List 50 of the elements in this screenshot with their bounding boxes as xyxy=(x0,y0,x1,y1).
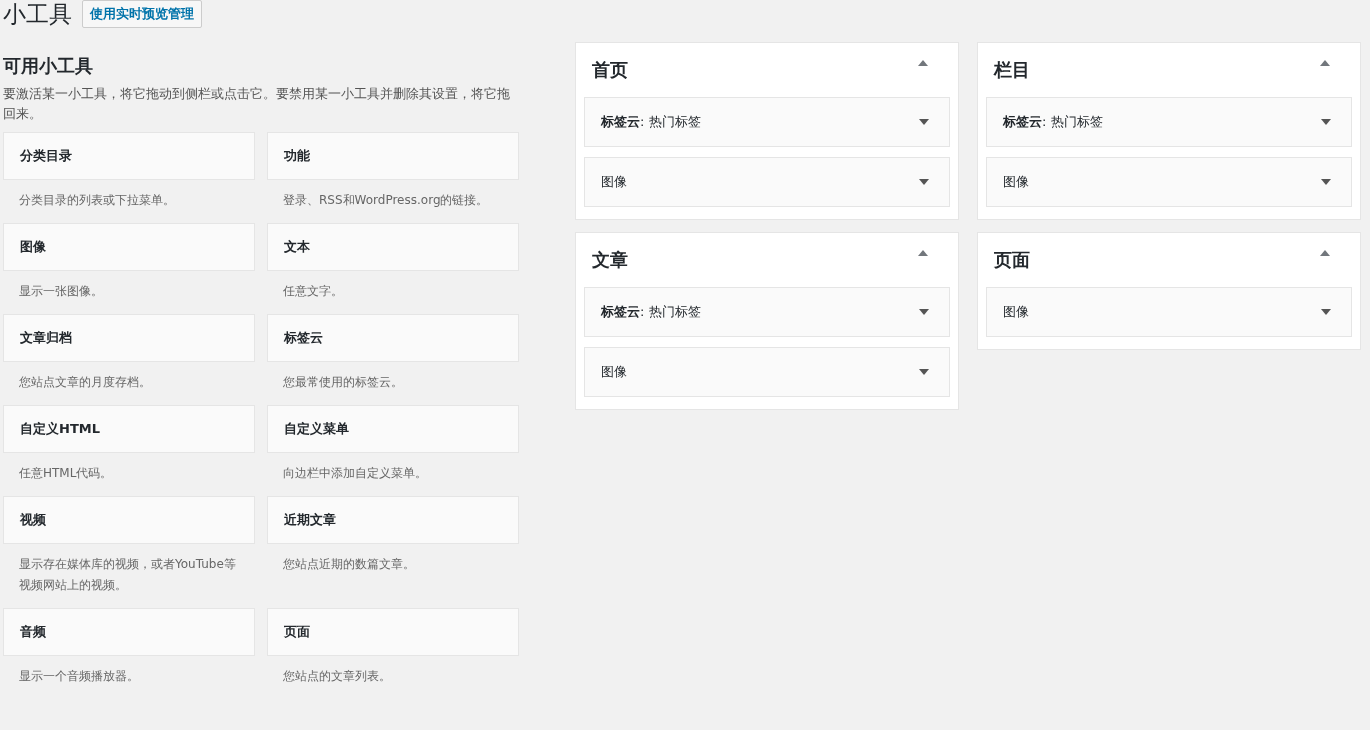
page-title: 小工具 xyxy=(3,0,72,29)
sidebar-widget[interactable]: 标签云: 热门标签 xyxy=(584,97,950,147)
widget-description: 任意文字。 xyxy=(282,283,344,300)
live-preview-button[interactable]: 使用实时预览管理 xyxy=(82,0,202,28)
sidebar-widget[interactable]: 标签云: 热门标签 xyxy=(584,287,950,337)
collapse-icon[interactable] xyxy=(918,250,928,256)
collapse-icon[interactable] xyxy=(918,60,928,66)
expand-icon[interactable] xyxy=(1321,119,1331,125)
widget-item[interactable]: 标签云 xyxy=(267,314,519,362)
widget-description: 您站点的文章列表。 xyxy=(282,668,392,685)
widget-item[interactable]: 功能 xyxy=(267,132,519,180)
widget-item[interactable]: 页面 xyxy=(267,608,519,656)
widget-item[interactable]: 自定义HTML xyxy=(3,405,255,453)
widget-description: 登录、RSS和WordPress.org的链接。 xyxy=(282,192,490,209)
widget-description: 您站点近期的数篇文章。 xyxy=(282,556,416,573)
widget-item[interactable]: 分类目录 xyxy=(3,132,255,180)
expand-icon[interactable] xyxy=(1321,309,1331,315)
collapse-icon[interactable] xyxy=(1320,60,1330,66)
expand-icon[interactable] xyxy=(919,179,929,185)
widget-item[interactable]: 图像 xyxy=(3,223,255,271)
expand-icon[interactable] xyxy=(919,119,929,125)
widget-description: 您最常使用的标签云。 xyxy=(282,374,404,391)
widget-description: 显示一个音频播放器。 xyxy=(18,668,140,685)
sidebar-widget[interactable]: 图像 xyxy=(584,347,950,397)
expand-icon[interactable] xyxy=(919,369,929,375)
widget-item[interactable]: 自定义菜单 xyxy=(267,405,519,453)
widget-item[interactable]: 音频 xyxy=(3,608,255,656)
sidebar-title: 文章 xyxy=(592,248,628,272)
widget-item[interactable]: 文本 xyxy=(267,223,519,271)
collapse-icon[interactable] xyxy=(1320,250,1330,256)
widget-description: 显示一张图像。 xyxy=(18,283,104,300)
sidebar-title: 首页 xyxy=(592,58,628,82)
widget-description: 分类目录的列表或下拉菜单。 xyxy=(18,192,176,209)
widget-item[interactable]: 视频 xyxy=(3,496,255,544)
expand-icon[interactable] xyxy=(1321,179,1331,185)
widget-item[interactable]: 近期文章 xyxy=(267,496,519,544)
widget-description: 任意HTML代码。 xyxy=(18,465,114,482)
widget-description: 向边栏中添加自定义菜单。 xyxy=(282,465,428,482)
sidebar-title: 栏目 xyxy=(994,58,1030,82)
sidebar-widget[interactable]: 标签云: 热门标签 xyxy=(986,97,1352,147)
sidebar-widget[interactable]: 图像 xyxy=(584,157,950,207)
sidebar-widget[interactable]: 图像 xyxy=(986,157,1352,207)
expand-icon[interactable] xyxy=(919,309,929,315)
widget-item[interactable]: 文章归档 xyxy=(3,314,255,362)
widget-description: 显示存在媒体库的视频，或者YouTube等视频网站上的视频。 xyxy=(18,556,237,594)
sidebar-widget[interactable]: 图像 xyxy=(986,287,1352,337)
widget-description: 您站点文章的月度存档。 xyxy=(18,374,152,391)
section-heading: 可用小工具 xyxy=(3,54,94,78)
section-description: 要激活某一小工具，将它拖动到侧栏或点击它。要禁用某一小工具并删除其设置，将它拖回来。 xyxy=(3,85,511,123)
sidebar-title: 页面 xyxy=(994,248,1030,272)
